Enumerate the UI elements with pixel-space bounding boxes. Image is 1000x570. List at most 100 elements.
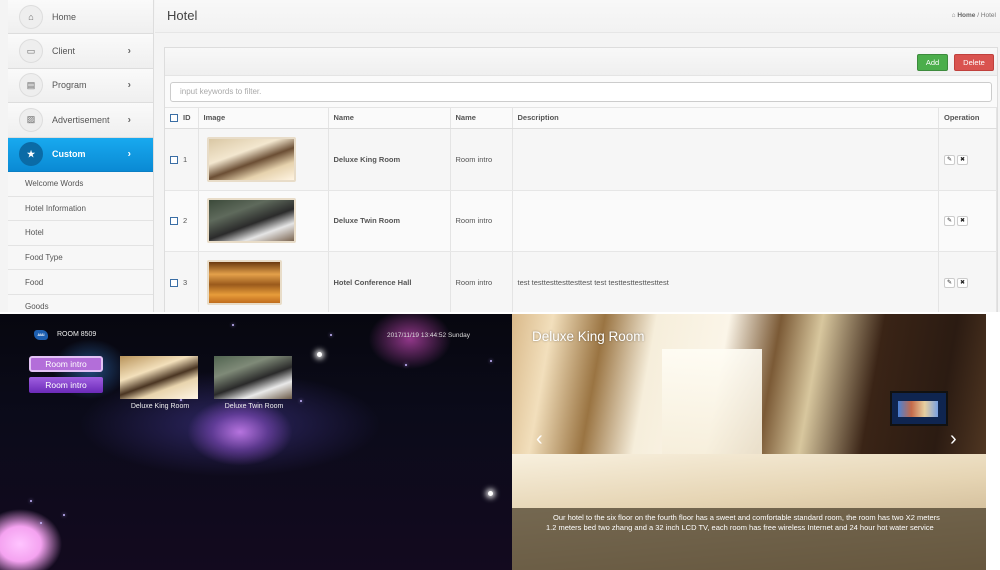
chevron-right-icon: › [127,114,131,126]
star-decoration [490,360,492,362]
delete-button[interactable]: Delete [954,54,994,71]
sidebar-item-label: Program [52,80,87,91]
sidebar-subitem-goods[interactable]: Goods [8,294,153,312]
column-header-image: Image [198,107,329,129]
room-detail-view: Deluxe King Room ‹ › Our hotel to the si… [512,314,986,570]
breadcrumb: ⌂ Home / Hotel [952,12,996,19]
row-checkbox[interactable] [170,155,178,164]
sidebar-subitem-hotel-information[interactable]: Hotel Information [8,196,153,222]
row-name: Deluxe Twin Room [328,190,451,252]
chevron-right-icon: › [127,79,131,91]
page-header: Hotel ⌂ Home / Hotel [155,0,1000,33]
row-id-cell: 3 [165,251,199,312]
room-photo-tv [890,391,948,426]
filter-bar [165,76,997,108]
table-header-row: ID Image Name Name Description Operation [165,107,997,129]
row-checkbox[interactable] [170,217,178,226]
room-description-caption: Our hotel to the six floor on the fourth… [512,508,986,570]
room-card-caption: Deluxe King Room [130,403,190,410]
sidebar-item-program[interactable]: ▤ Program › [8,68,153,104]
table-row: 2 Deluxe Twin Room Room intro ✎ ✖ [165,190,997,252]
row-name-2: Room intro [450,251,513,312]
edit-icon[interactable]: ✎ [944,154,955,165]
sidebar-item-label: Home [52,11,77,22]
room-intro-button-focused[interactable]: Room intro [29,356,103,372]
sidebar: ⌂ Home ▭ Client › ▤ Program › ▨ Advertis… [8,0,154,312]
room-card-caption: Deluxe Twin Room [224,403,284,410]
room-card-deluxe-twin[interactable]: Deluxe Twin Room [214,356,294,410]
sidebar-item-label: Custom [52,149,86,160]
edit-icon[interactable]: ✎ [944,277,955,288]
star-decoration [300,400,302,402]
row-operation-cell: ✎ ✖ [938,128,997,191]
sidebar-subitem-food[interactable]: Food [8,270,153,295]
column-header-operation: Operation [938,107,997,129]
sidebar-item-custom[interactable]: ★ Custom › [8,137,153,172]
select-all-checkbox[interactable] [170,114,178,123]
deluxe-king-room-image [120,356,198,399]
sidebar-item-client[interactable]: ▭ Client › [8,34,153,69]
filter-input[interactable] [170,81,992,102]
star-decoration [330,334,332,336]
row-description: test testtesttesttesttest test testtestt… [512,251,939,312]
sidebar-item-home[interactable]: ⌂ Home [8,0,153,35]
delete-icon[interactable]: ✖ [957,154,968,165]
star-icon: ★ [19,142,43,167]
row-operation-cell: ✎ ✖ [938,251,997,312]
room-card-deluxe-king[interactable]: Deluxe King Room [120,356,200,410]
sidebar-item-advertisement[interactable]: ▨ Advertisement › [8,103,153,138]
row-id-cell: 2 [165,190,199,252]
star-decoration [405,364,407,366]
room-number: ROOM 8509 [57,331,97,338]
hotel-conference-hall-thumbnail [206,259,282,305]
row-operation-cell: ✎ ✖ [938,190,997,252]
monitor-icon: ▭ [19,39,43,64]
star-decoration [63,514,65,516]
blank-margin [986,314,1000,570]
sidebar-subitem-hotel[interactable]: Hotel [8,221,153,246]
edit-icon[interactable]: ✎ [944,216,955,227]
star-decoration [232,324,234,326]
deluxe-king-room-thumbnail [206,136,296,182]
row-name: Hotel Conference Hall [328,251,451,312]
column-header-name-2: Name [450,107,513,129]
sidebar-item-label: Advertisement [52,114,110,125]
row-name: Deluxe King Room [328,128,451,191]
sidebar-subitem-welcome-words[interactable]: Welcome Words [8,171,153,197]
room-detail-title: Deluxe King Room [532,329,645,344]
hotel-logo-icon: AIAI [34,330,48,340]
delete-icon[interactable]: ✖ [957,216,968,227]
breadcrumb-separator: / [977,12,979,19]
column-header-id[interactable]: ID [165,107,199,129]
chevron-left-icon[interactable]: ‹ [536,429,543,449]
chevron-right-icon: › [127,148,131,160]
deluxe-twin-room-image [214,356,292,399]
hotel-panel: Add Delete ID Image Name Name Descriptio… [164,47,998,312]
row-description [512,190,939,252]
home-icon: ⌂ [951,12,956,19]
panel-toolbar: Add Delete [165,48,997,76]
column-header-name: Name [328,107,451,129]
image-icon: ▨ [19,107,43,132]
tv-clock: 2017/11/19 13:44:52 Sunday [387,332,471,339]
row-id-cell: 1 [165,128,199,191]
star-decoration [40,522,42,524]
admin-panel: ⌂ Home ▭ Client › ▤ Program › ▨ Advertis… [0,0,1000,312]
row-checkbox[interactable] [170,278,178,287]
add-button[interactable]: Add [917,54,948,71]
delete-icon[interactable]: ✖ [957,277,968,288]
room-intro-button[interactable]: Room intro [29,377,103,393]
column-header-description: Description [512,107,939,129]
chevron-right-icon[interactable]: › [950,429,957,449]
sidebar-item-label: Client [52,46,76,57]
breadcrumb-home-link[interactable]: Home [957,12,975,19]
row-name-2: Room intro [450,128,513,191]
star-decoration [30,500,32,502]
film-icon: ▤ [19,73,43,98]
chevron-right-icon: › [127,45,131,57]
star-decoration [317,352,322,357]
home-icon: ⌂ [19,4,43,29]
page-title: Hotel [167,8,198,23]
breadcrumb-current: Hotel [980,12,996,19]
sidebar-subitem-food-type[interactable]: Food Type [8,245,153,271]
